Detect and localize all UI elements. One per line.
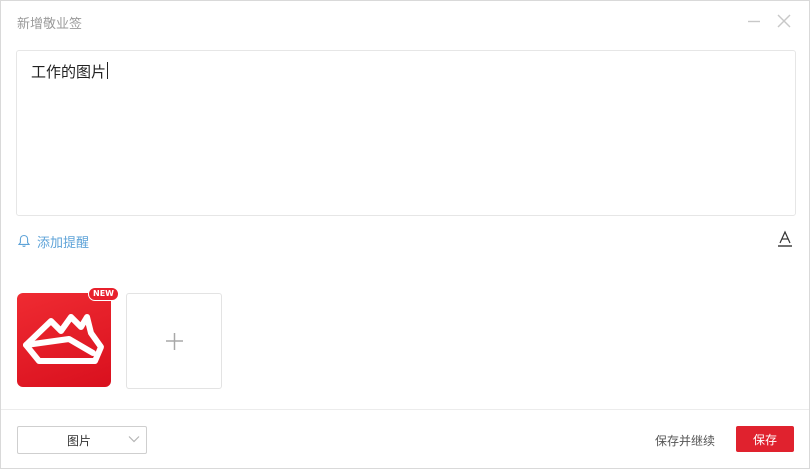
note-type-value: 图片 bbox=[66, 434, 91, 448]
save-button[interactable]: 保存 bbox=[736, 426, 794, 452]
save-and-continue-button[interactable]: 保存并继续 bbox=[655, 432, 715, 449]
plus-icon bbox=[166, 333, 183, 350]
footer-divider bbox=[1, 409, 809, 410]
close-icon[interactable] bbox=[775, 12, 793, 30]
font-style-icon[interactable] bbox=[777, 230, 793, 248]
text-caret bbox=[107, 62, 109, 79]
add-reminder-button[interactable]: 添加提醒 bbox=[17, 232, 90, 251]
dialog-title: 新增敬业签 bbox=[17, 17, 83, 32]
note-editor[interactable]: 工作的图片 bbox=[16, 50, 796, 216]
attachment-thumbnail[interactable]: NEW bbox=[17, 287, 119, 387]
minimize-icon[interactable] bbox=[745, 12, 763, 30]
chevron-down-icon bbox=[128, 436, 140, 443]
app-logo-icon bbox=[23, 314, 104, 364]
add-attachment-button[interactable] bbox=[126, 293, 222, 389]
note-content: 工作的图片 bbox=[31, 62, 109, 81]
bell-icon bbox=[17, 234, 31, 247]
note-dialog: 新增敬业签 工作的图片 添加提醒 NEW 图片 保存并继续 保存 bbox=[0, 0, 810, 469]
title-bar[interactable]: 新增敬业签 bbox=[1, 1, 809, 43]
note-type-select[interactable]: 图片 bbox=[17, 426, 147, 454]
add-reminder-label: 添加提醒 bbox=[37, 235, 90, 251]
new-badge: NEW bbox=[88, 287, 119, 301]
